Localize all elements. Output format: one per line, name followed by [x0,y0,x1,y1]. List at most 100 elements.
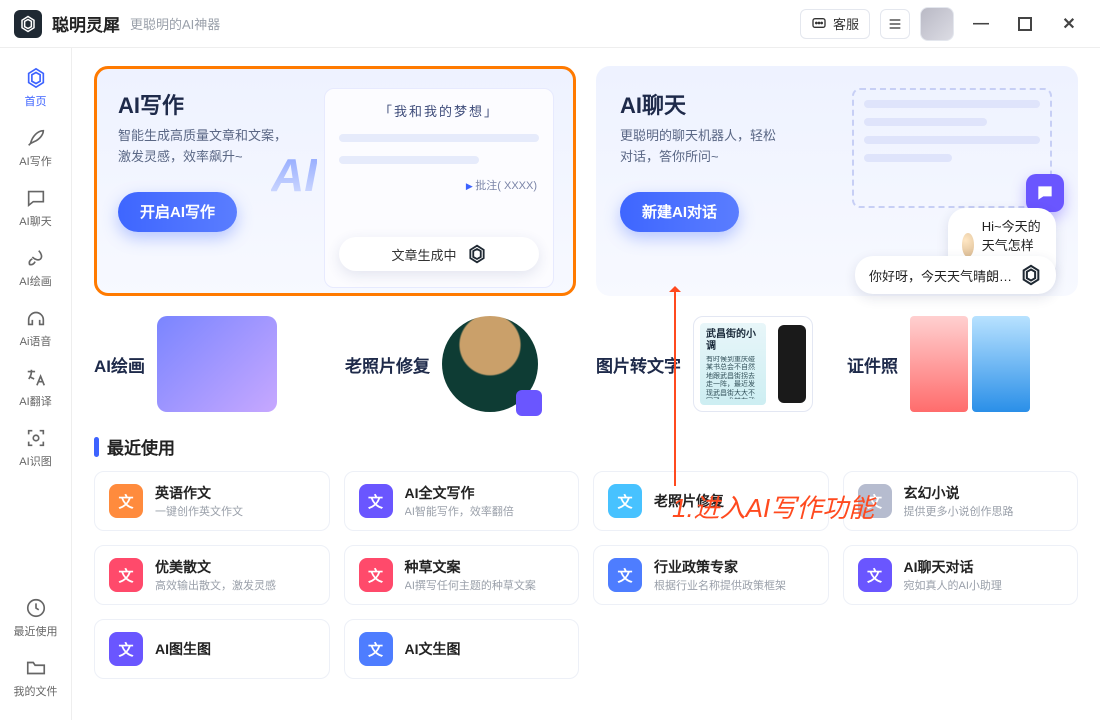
recent-item[interactable]: 文 优美散文 高效输出散文，激发灵感 [94,545,330,605]
brush-icon [25,247,47,269]
recent-item-title: AI图生图 [155,639,211,659]
sidebar-item-writing[interactable]: AI写作 [6,120,66,176]
feature-image [910,316,1030,412]
recent-item-title: AI全文写作 [405,483,514,503]
recent-item[interactable]: 文 玄幻小说 提供更多小说创作思路 [843,471,1079,531]
recent-item-icon: 文 [858,484,892,518]
recent-item[interactable]: 文 AI文生图 [344,619,580,679]
recent-item-sub: 一键创作英文作文 [155,503,243,519]
sidebar-item-home[interactable]: 首页 [6,60,66,116]
feature-title: 图片转文字 [596,352,681,377]
sidebar-label: AI写作 [19,153,51,169]
feature-photo-restore[interactable]: 老照片修复 [345,316,576,412]
support-label: 客服 [833,14,859,33]
clock-icon [25,597,47,619]
feature-title: 证件照 [847,352,898,377]
chat-bubble-icon [811,16,827,32]
scan-icon [25,427,47,449]
hero-card-chat[interactable]: AI聊天 更聪明的聊天机器人，轻松对话，答你所问~ 新建AI对话 Hi~今天的天… [596,66,1078,296]
sidebar-item-chat[interactable]: AI聊天 [6,180,66,236]
recent-item-icon: 文 [359,558,393,592]
sidebar-label: AI聊天 [19,213,51,229]
recent-item-sub: 提供更多小说创作思路 [904,503,1014,519]
recent-item[interactable]: 文 AI全文写作 AI智能写作，效率翻倍 [344,471,580,531]
window-close-button[interactable]: ✕ [1052,9,1086,39]
recent-item[interactable]: 文 种草文案 AI撰写任何主题的种草文案 [344,545,580,605]
sidebar-item-files[interactable]: 我的文件 [6,650,66,706]
recent-item-icon: 文 [109,484,143,518]
recent-item-title: 英语作文 [155,483,243,503]
hero-desc: 更聪明的聊天机器人，轻松对话，答你所问~ [620,126,776,168]
support-button[interactable]: 客服 [800,9,870,39]
sidebar-label: 我的文件 [14,683,58,699]
hamburger-icon [887,16,903,32]
recent-item[interactable]: 文 老照片修复 [593,471,829,531]
recent-item-sub: 宛如真人的AI小助理 [904,577,1002,593]
feature-title: AI绘画 [94,352,145,377]
hero-card-writing[interactable]: AI写作 智能生成高质量文章和文案，激发灵感，效率飙升~ 开启AI写作 AI 「… [94,66,576,296]
recent-item-icon: 文 [858,558,892,592]
folder-icon [25,657,47,679]
recent-item-title: AI聊天对话 [904,557,1002,577]
recent-item-title: 老照片修复 [654,491,724,511]
avatar-icon [962,233,974,257]
recent-item[interactable]: 文 AI图生图 [94,619,330,679]
feature-paint[interactable]: AI绘画 [94,316,325,412]
app-logo-icon [14,10,42,38]
recent-heading: 最近使用 [94,434,1078,459]
chat-fab-icon [1026,174,1064,212]
start-writing-button[interactable]: 开启AI写作 [118,192,237,232]
window-maximize-button[interactable] [1008,9,1042,39]
app-name: 聪明灵犀 [52,11,120,36]
feature-title: 老照片修复 [345,352,430,377]
recent-item-title: 优美散文 [155,557,276,577]
recent-item-sub: 根据行业名称提供政策框架 [654,577,786,593]
recent-item[interactable]: 文 AI聊天对话 宛如真人的AI小助理 [843,545,1079,605]
user-avatar[interactable] [920,7,954,41]
sidebar-item-translate[interactable]: AI翻译 [6,360,66,416]
hero-title: AI写作 [118,88,287,120]
recent-item-sub: AI撰写任何主题的种草文案 [405,577,536,593]
menu-button[interactable] [880,9,910,39]
recent-grid: 文 英语作文 一键创作英文作文文 AI全文写作 AI智能写作，效率翻倍文 老照片… [94,471,1078,679]
hero-desc: 智能生成高质量文章和文案，激发灵感，效率飙升~ [118,126,287,168]
chat-preview: Hi~今天的天气怎样呢 你好呀，今天天气晴朗… [790,88,1056,274]
sidebar-item-voice[interactable]: Ai语音 [6,300,66,356]
home-icon [25,67,47,89]
hex-icon [1020,264,1042,286]
recent-item-sub: 高效输出散文，激发灵感 [155,577,276,593]
main-content: AI写作 智能生成高质量文章和文案，激发灵感，效率飙升~ 开启AI写作 AI 「… [72,48,1100,720]
headphone-icon [25,307,47,329]
feature-image [442,316,538,412]
recent-item-icon: 文 [359,632,393,666]
titlebar: 聪明灵犀 更聪明的AI神器 客服 — ✕ [0,0,1100,48]
feature-ocr[interactable]: 图片转文字 武昌街的小调有时候到重庆碰某书总会不自然地跟武昌街拐去走一阵，最近发… [596,316,827,412]
recent-item-title: 种草文案 [405,557,536,577]
recent-item-icon: 文 [109,558,143,592]
feather-icon [25,127,47,149]
sidebar-label: 最近使用 [14,623,58,639]
generating-status: 文章生成中 [339,237,539,271]
new-chat-button[interactable]: 新建AI对话 [620,192,739,232]
recent-item-icon: 文 [359,484,393,518]
ai-watermark-icon: AI [271,148,317,202]
preview-heading: 「我和我的梦想」 [339,101,539,120]
sidebar-item-paint[interactable]: AI绘画 [6,240,66,296]
recent-item[interactable]: 文 行业政策专家 根据行业名称提供政策框架 [593,545,829,605]
sidebar-label: AI绘画 [19,273,51,289]
writing-preview: AI 「我和我的梦想」 批注( XXXX) 文章生成中 [301,88,554,274]
recent-item-icon: 文 [608,558,642,592]
sidebar-item-recent[interactable]: 最近使用 [6,590,66,646]
sidebar-item-ocr[interactable]: AI识图 [6,420,66,476]
recent-item-sub: AI智能写作，效率翻倍 [405,503,514,519]
recent-item[interactable]: 文 英语作文 一键创作英文作文 [94,471,330,531]
sidebar-label: Ai语音 [20,333,52,349]
window-minimize-button[interactable]: — [964,9,998,39]
translate-icon [25,367,47,389]
chat-bubble-ai: 你好呀，今天天气晴朗… [855,256,1056,294]
recent-item-title: 行业政策专家 [654,557,786,577]
sidebar-label: AI识图 [19,453,51,469]
preview-note: 批注( XXXX) [466,177,537,193]
hex-icon [467,244,487,264]
feature-id-photo[interactable]: 证件照 [847,316,1078,412]
